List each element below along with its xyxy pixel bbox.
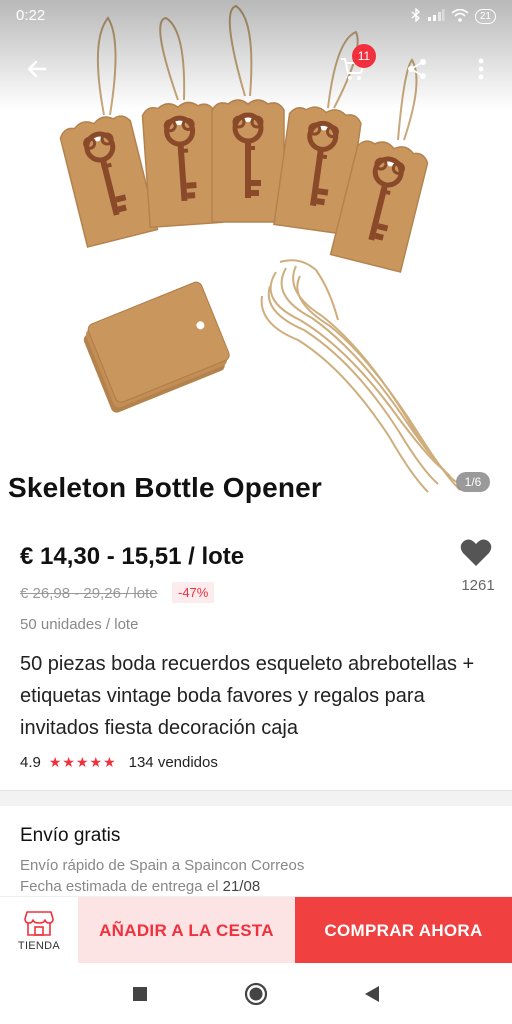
- wishlist-button[interactable]: [460, 538, 496, 570]
- heart-icon: [460, 539, 492, 566]
- more-vertical-icon: [478, 58, 484, 80]
- section-divider: [0, 790, 512, 806]
- discount-badge: -47%: [172, 582, 215, 603]
- more-options-button[interactable]: [464, 52, 498, 86]
- status-time: 0:22: [16, 7, 46, 24]
- recents-button[interactable]: [126, 980, 154, 1008]
- shipping-estimate: Fecha estimada de entrega el 21/08: [20, 878, 260, 895]
- shipping-method: Envío rápido de Spain a Spaincon Correos: [20, 857, 305, 874]
- triangle-back-icon: [365, 985, 379, 1002]
- home-circle-icon: [244, 982, 268, 1005]
- home-button[interactable]: [242, 980, 270, 1008]
- product-image-gallery[interactable]: 0:22 21 11 Skeleton Bottle Opener 1/6: [0, 0, 512, 520]
- back-button[interactable]: [20, 52, 54, 86]
- product-description[interactable]: 50 piezas boda recuerdos esqueleto abreb…: [20, 648, 490, 744]
- shipping-title[interactable]: Envío gratis: [20, 825, 120, 847]
- cart-count-badge: 11: [352, 44, 376, 68]
- shipping-estimate-label: Fecha estimada de entrega el: [20, 878, 223, 895]
- signal-icon: [427, 9, 445, 24]
- share-button[interactable]: [400, 52, 434, 86]
- rating-value: 4.9: [20, 754, 41, 771]
- rating-stars: ★★★★★: [48, 754, 117, 770]
- wifi-icon: [451, 8, 469, 25]
- share-icon: [408, 59, 426, 79]
- system-nav-bar: [0, 963, 512, 1024]
- wishlist-count: 1261: [461, 577, 495, 594]
- square-icon: [133, 986, 147, 1001]
- sold-count: 134 vendidos: [128, 754, 218, 771]
- units-per-lot: 50 unidades / lote: [20, 616, 139, 633]
- status-icons: 21: [411, 7, 496, 25]
- buy-now-button[interactable]: COMPRAR AHORA: [295, 897, 512, 964]
- back-nav-button[interactable]: [358, 980, 386, 1008]
- back-arrow-icon: [27, 60, 47, 78]
- bluetooth-icon: [411, 7, 421, 25]
- image-title: Skeleton Bottle Opener: [8, 472, 323, 503]
- rating-row[interactable]: 4.9 ★★★★★ 134 vendidos: [20, 754, 218, 771]
- bottom-action-bar: TIENDA AÑADIR A LA CESTA COMPRAR AHORA: [0, 896, 512, 964]
- original-price: € 26,98 - 29,26 / lote: [20, 585, 158, 602]
- price: € 14,30 - 15,51 / lote: [20, 543, 245, 570]
- store-icon: [24, 910, 54, 936]
- add-to-cart-button[interactable]: AÑADIR A LA CESTA: [78, 897, 295, 964]
- image-counter: 1/6: [456, 472, 490, 492]
- store-button[interactable]: TIENDA: [0, 897, 78, 964]
- battery-indicator: 21: [474, 9, 496, 24]
- status-bar: 0:22 21: [0, 0, 512, 34]
- delivery-date: 21/08: [222, 878, 261, 895]
- store-label: TIENDA: [17, 939, 61, 952]
